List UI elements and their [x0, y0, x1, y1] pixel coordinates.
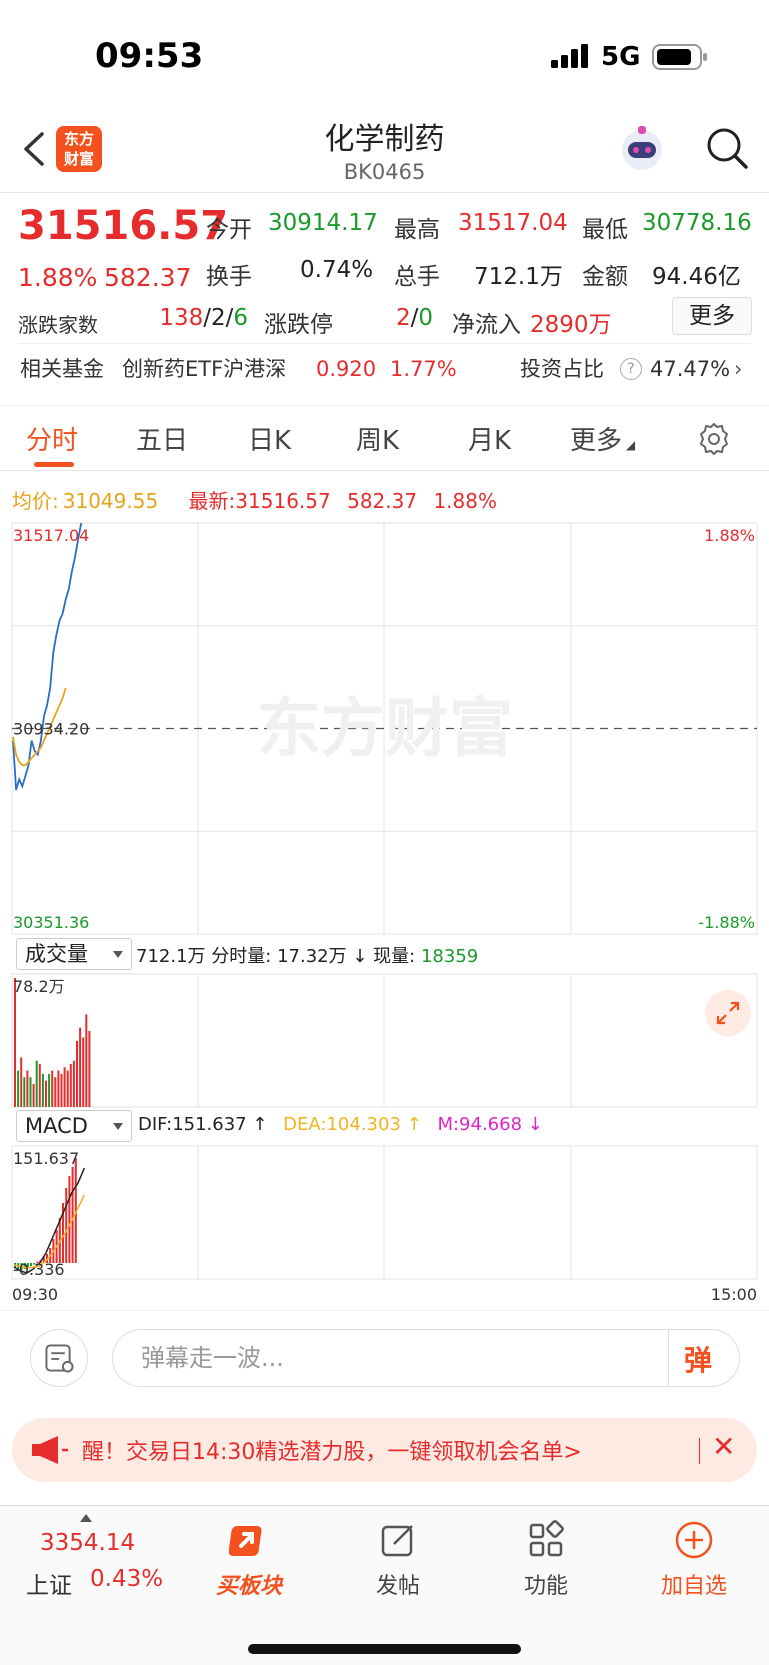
x-tick-end: 15:00	[711, 1285, 757, 1300]
expand-icon[interactable]	[705, 990, 751, 1036]
volume-bar	[63, 1067, 66, 1107]
nav-buy-sector[interactable]: 买板块	[194, 1516, 304, 1606]
volume-bar	[57, 1070, 60, 1107]
current-volume-label: 现量:	[373, 946, 416, 967]
nav-functions-label: 功能	[523, 1574, 568, 1599]
volume-bar	[48, 1073, 51, 1107]
volume-bar	[82, 1037, 85, 1107]
volume-bar	[72, 1060, 75, 1107]
volume-bar	[23, 1077, 26, 1107]
volume-bar	[51, 1070, 54, 1107]
buy-sector-icon	[229, 1526, 262, 1556]
macd-bar	[71, 1167, 74, 1263]
volume-bar	[85, 1014, 88, 1107]
nav-add-watchlist-label: 加自选	[660, 1574, 727, 1599]
danmu-input[interactable]: 弹幕走一波...	[112, 1329, 740, 1387]
macd-info: DIF:151.637 ↑ DEA:104.303 ↑ M:94.668 ↓	[138, 1114, 543, 1135]
macd-dif: DIF:151.637 ↑	[138, 1114, 268, 1135]
promo-text: 醒！交易日14:30精选潜力股，一键领取机会名单>	[82, 1440, 582, 1465]
volume-bar	[26, 1070, 29, 1107]
volume-total: 712.1万	[136, 946, 206, 967]
volume-bar	[14, 978, 16, 1107]
expand-up-icon	[80, 1514, 92, 1522]
volume-bar	[69, 1064, 72, 1107]
index-name: 上证	[26, 1573, 72, 1599]
y-tick-low: 30351.36	[13, 913, 89, 932]
volume-bar	[29, 1077, 32, 1107]
macd-max-label: 151.637	[13, 1149, 79, 1168]
volume-bar	[66, 1070, 69, 1107]
y-tick-pct-low: -1.88%	[698, 913, 755, 932]
megaphone-icon	[32, 1436, 68, 1464]
nav-post[interactable]: 发帖	[343, 1516, 453, 1606]
volume-indicator-select[interactable]: 成交量	[16, 938, 132, 970]
current-volume-value: 18359	[420, 946, 479, 967]
promo-banner[interactable]: 醒！交易日14:30精选潜力股，一键领取机会名单> ✕	[12, 1418, 757, 1482]
volume-bar	[45, 1080, 47, 1107]
add-circle-icon	[675, 1521, 713, 1559]
x-tick-start: 09:30	[12, 1285, 58, 1300]
danmu-send-button[interactable]: 弹	[684, 1339, 712, 1379]
y-tick-pct-high: 1.88%	[704, 526, 755, 545]
minute-volume-value: 17.32万	[277, 946, 347, 967]
volume-bar	[76, 1040, 78, 1107]
volume-bar	[88, 1030, 91, 1107]
nav-buy-sector-label: 买板块	[215, 1574, 282, 1599]
volume-bar	[54, 1077, 57, 1107]
macd-dea: DEA:104.303 ↑	[283, 1114, 422, 1135]
index-ticker[interactable]: 3354.14 上证 0.43%	[0, 1506, 170, 1616]
volume-bar	[20, 1057, 23, 1107]
nav-functions[interactable]: 功能	[491, 1516, 601, 1606]
volume-bar	[60, 1073, 63, 1107]
close-icon[interactable]: ✕	[712, 1430, 735, 1463]
minute-volume-label: 分时量:	[211, 946, 272, 967]
grid-icon	[529, 1520, 564, 1557]
macd-bar	[68, 1176, 71, 1263]
nav-add-watchlist[interactable]: 加自选	[639, 1516, 749, 1606]
intraday-chart[interactable]: 东方财富 31517.04 30934.20 30351.36 1.88% -1.88%…	[0, 0, 769, 1300]
nav-post-label: 发帖	[375, 1574, 420, 1599]
index-value: 3354.14	[40, 1530, 136, 1556]
index-percent: 0.43%	[90, 1566, 164, 1592]
macd-indicator-select[interactable]: MACD	[16, 1110, 132, 1142]
home-indicator	[248, 1644, 521, 1654]
volume-bar	[38, 1064, 41, 1107]
notes-icon[interactable]	[30, 1329, 88, 1387]
volume-bar	[79, 1027, 82, 1107]
volume-bar	[17, 1070, 20, 1107]
macd-m: M:94.668 ↓	[437, 1114, 543, 1135]
price-line	[12, 522, 83, 791]
volume-bar	[32, 1083, 35, 1107]
watermark: 东方财富	[257, 693, 513, 767]
bottom-nav: 3354.14 上证 0.43% 买板块 发帖 功能 加自选	[0, 1505, 769, 1665]
macd-dea-line	[13, 1194, 86, 1269]
y-tick-prev-close: 30934.20	[13, 720, 89, 739]
comment-bar: 弹幕走一波... 弹	[0, 1310, 769, 1400]
volume-info: 712.1万 分时量: 17.32万 ↓ 现量: 18359	[136, 942, 478, 968]
volume-bar	[41, 1073, 44, 1107]
minute-volume-arrow: ↓	[352, 946, 368, 967]
volume-max-label: 78.2万	[13, 977, 65, 996]
volume-bar	[35, 1060, 38, 1107]
macd-min-label: -0.336	[13, 1260, 65, 1279]
macd-bar	[65, 1188, 68, 1263]
edit-icon	[381, 1525, 413, 1557]
y-tick-high: 31517.04	[13, 526, 89, 545]
